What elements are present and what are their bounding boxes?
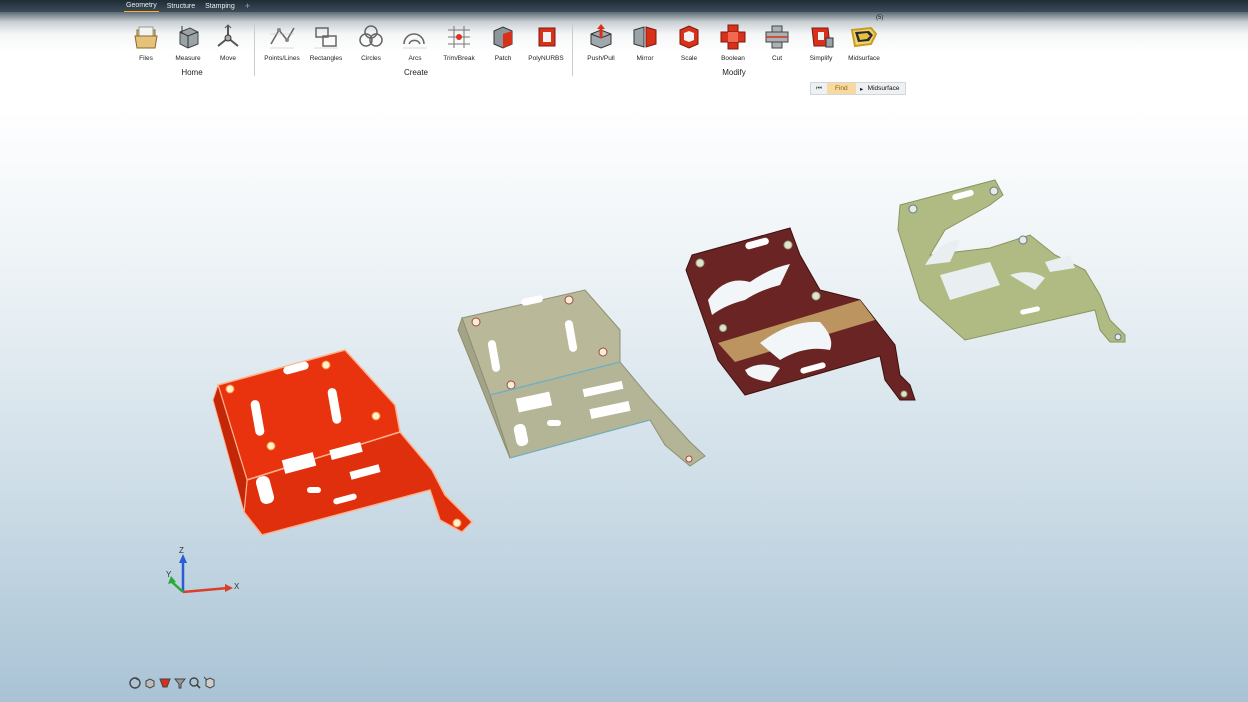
- axis-label-z: Z: [179, 546, 184, 555]
- bracket-part-olive[interactable]: [897, 179, 1126, 343]
- cube-view-icon[interactable]: [143, 676, 157, 690]
- rotate-view-icon[interactable]: [128, 676, 142, 690]
- axis-label-x: X: [234, 582, 240, 591]
- view-controls: [128, 676, 217, 690]
- section-view-icon[interactable]: [158, 676, 172, 690]
- 3d-viewport[interactable]: [0, 0, 1248, 702]
- zoom-icon[interactable]: [188, 676, 202, 690]
- fit-view-icon[interactable]: [203, 676, 217, 690]
- bracket-part-red[interactable]: [212, 349, 474, 536]
- filter-icon[interactable]: [173, 676, 187, 690]
- bracket-part-beige[interactable]: [457, 289, 706, 467]
- axis-triad: [168, 554, 233, 594]
- bracket-part-midsurface[interactable]: [685, 227, 916, 401]
- axis-label-y: Y: [166, 570, 172, 579]
